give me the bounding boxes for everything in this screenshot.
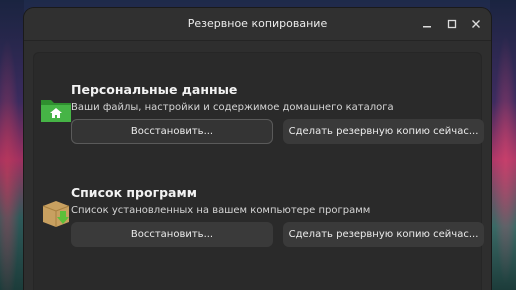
home-folder-icon [40, 94, 72, 126]
backup-personal-data-button[interactable]: Сделать резервную копию сейчас... [283, 119, 484, 144]
desktop-wallpaper-right [490, 0, 516, 290]
personal-data-description: Ваши файлы, настройки и содержимое домаш… [71, 102, 394, 113]
title-bar[interactable]: Резервное копирование [24, 8, 491, 41]
backup-window: Резервное копирование Персональные данны… [24, 8, 491, 290]
software-list-description: Список установленных на вашем компьютере… [71, 205, 371, 216]
close-button[interactable] [466, 14, 486, 34]
restore-software-list-button[interactable]: Восстановить... [71, 222, 273, 247]
restore-personal-data-button[interactable]: Восстановить... [71, 119, 273, 144]
maximize-icon [447, 19, 457, 29]
minimize-icon [423, 26, 431, 28]
personal-data-title: Персональные данные [71, 82, 238, 97]
software-list-title: Список программ [71, 185, 197, 200]
package-icon [40, 197, 72, 229]
backup-software-list-button[interactable]: Сделать резервную копию сейчас... [283, 222, 484, 247]
desktop-wallpaper-left [0, 0, 24, 290]
minimize-button[interactable] [417, 14, 437, 34]
content-panel: Персональные данные Ваши файлы, настройк… [33, 52, 484, 290]
close-icon [472, 20, 480, 28]
maximize-button[interactable] [442, 14, 462, 34]
